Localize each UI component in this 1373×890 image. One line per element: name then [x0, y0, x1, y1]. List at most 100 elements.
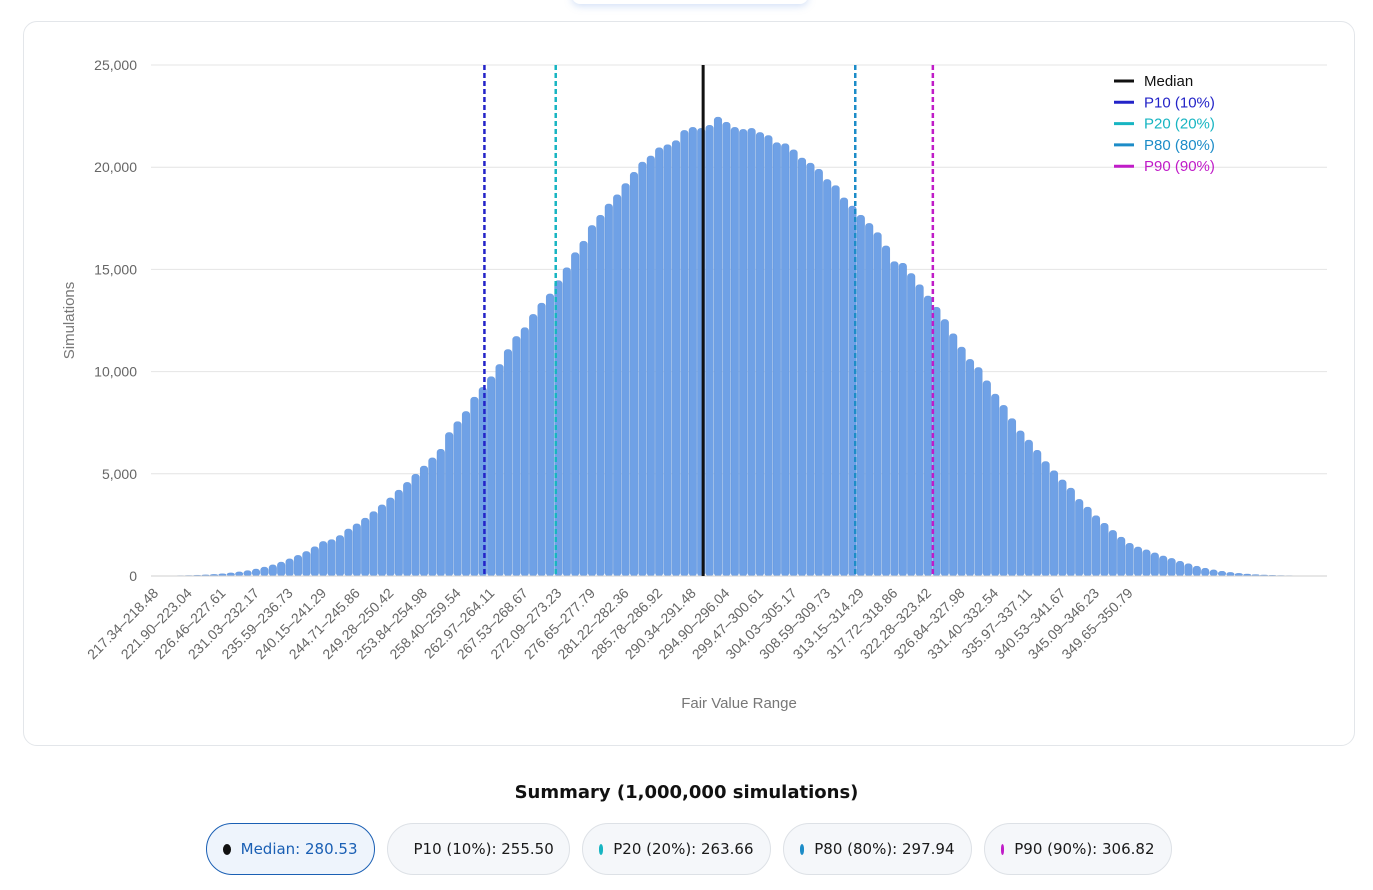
- histogram-bar: [319, 541, 328, 577]
- y-tick-label: 15,000: [94, 261, 137, 277]
- legend-label: P90 (90%): [1144, 158, 1215, 175]
- histogram-bar: [974, 367, 983, 577]
- histogram-bar: [672, 140, 681, 577]
- histogram-bar: [327, 539, 336, 577]
- histogram-bar: [1184, 563, 1193, 577]
- histogram-bar: [235, 571, 244, 577]
- histogram-bar: [814, 169, 823, 577]
- histogram-bar: [688, 127, 697, 577]
- legend-label: P80 (80%): [1144, 137, 1215, 154]
- histogram-bar: [957, 346, 966, 577]
- histogram-bar: [420, 465, 429, 577]
- histogram-bar: [982, 380, 991, 577]
- summary-pill-median[interactable]: Median: 280.53: [205, 823, 375, 875]
- histogram-bar: [520, 327, 529, 577]
- histogram-bar: [730, 127, 739, 577]
- summary-pill-label: P20 (20%): 263.66: [613, 840, 754, 858]
- histogram-card: 0 5,000 10,000 15,000 20,000 25,000 217.34–218…: [23, 21, 1355, 746]
- top-tab[interactable]: [572, 0, 808, 4]
- histogram-bar: [260, 566, 269, 577]
- histogram-bar: [1091, 515, 1100, 577]
- histogram-bar: [294, 555, 303, 577]
- histogram-bar: [394, 489, 403, 577]
- histogram-bar: [1033, 450, 1042, 577]
- histogram-bar: [361, 517, 370, 577]
- histogram-bar: [369, 511, 378, 577]
- histogram-bar: [470, 396, 479, 577]
- histogram-bar: [537, 302, 546, 577]
- y-tick-label: 25,000: [94, 57, 137, 73]
- summary-pill-p90[interactable]: P90 (90%): 306.82: [983, 823, 1172, 875]
- histogram-bar: [1150, 552, 1159, 577]
- histogram-bar: [1133, 546, 1142, 577]
- histogram-bar: [840, 197, 849, 577]
- histogram-bar: [898, 263, 907, 577]
- histogram-bar: [823, 179, 832, 577]
- histogram-bar: [1175, 561, 1184, 577]
- histogram-bar: [310, 546, 319, 577]
- summary-pill-p10[interactable]: P10 (10%): 255.50: [386, 823, 570, 875]
- histogram-bar: [1192, 565, 1201, 577]
- histogram-bar: [546, 293, 555, 577]
- x-axis-title: Fair Value Range: [681, 695, 797, 712]
- summary-pill-p80[interactable]: P80 (80%): 297.94: [782, 823, 972, 875]
- histogram-bar: [1066, 487, 1075, 577]
- histogram-bar: [940, 319, 949, 577]
- legend-label: Median: [1144, 73, 1193, 90]
- summary-pill-p20[interactable]: P20 (20%): 263.66: [581, 823, 771, 875]
- histogram-bar: [722, 122, 731, 577]
- summary-pill-label: P90 (90%): 306.82: [1014, 840, 1155, 858]
- histogram-bar: [999, 405, 1008, 577]
- histogram-bar: [277, 561, 286, 577]
- histogram-bar: [1159, 555, 1168, 577]
- histogram-bar: [772, 142, 781, 577]
- y-axis-title: Simulations: [61, 282, 78, 360]
- legend-label: P10 (10%): [1144, 94, 1215, 111]
- histogram-bar: [588, 225, 597, 577]
- histogram-bar: [604, 203, 613, 577]
- histogram-bar: [571, 252, 580, 577]
- histogram-bar: [949, 333, 958, 577]
- summary-title: Summary (1,000,000 simulations): [514, 782, 859, 803]
- histogram-bar: [798, 157, 807, 577]
- histogram-bar: [1041, 461, 1050, 577]
- histogram-bar: [831, 185, 840, 577]
- summary-pill-label: P10 (10%): 255.50: [413, 840, 554, 858]
- histogram-bar: [1201, 568, 1210, 577]
- histogram-bar: [1226, 572, 1235, 577]
- histogram-bar: [428, 457, 437, 577]
- histogram-bar: [243, 570, 252, 577]
- legend-label: P20 (20%): [1144, 116, 1215, 133]
- histogram-bar: [915, 284, 924, 577]
- histogram-bar: [512, 336, 521, 577]
- histogram-bar: [739, 129, 748, 577]
- histogram-bar: [764, 135, 773, 577]
- histogram-bar: [411, 474, 420, 577]
- histogram-bar: [621, 183, 630, 577]
- histogram-bar: [1058, 479, 1067, 577]
- p20-dot-icon: [598, 843, 604, 855]
- histogram-bar: [495, 364, 504, 577]
- y-tick-label: 10,000: [94, 364, 137, 380]
- histogram-bar: [352, 523, 361, 577]
- histogram-bar: [268, 564, 277, 577]
- histogram-bar: [436, 449, 445, 577]
- histogram-bar: [680, 130, 689, 577]
- histogram-bar: [1083, 506, 1092, 577]
- y-tick-label: 0: [129, 568, 137, 584]
- p90-dot-icon: [1000, 843, 1005, 855]
- histogram-bar: [336, 535, 345, 577]
- histogram-bar: [302, 551, 311, 577]
- histogram-bar: [1209, 569, 1218, 577]
- histogram-bar: [1100, 523, 1109, 577]
- histogram-bar: [924, 295, 933, 577]
- histogram-bar: [487, 376, 496, 577]
- histogram-bar: [504, 349, 513, 577]
- histogram-bar: [705, 125, 714, 577]
- histogram-bar: [1049, 470, 1058, 577]
- histogram-bar: [445, 432, 454, 577]
- median-dot-icon: [222, 843, 231, 855]
- histogram-bar: [1117, 536, 1126, 577]
- histogram-bar: [747, 128, 756, 577]
- histogram-bar: [882, 245, 891, 577]
